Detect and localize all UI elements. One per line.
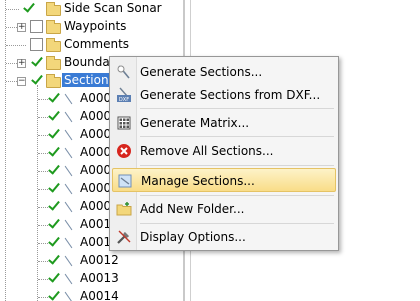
checkbox[interactable]	[47, 110, 60, 123]
checkbox[interactable]	[47, 92, 60, 105]
section-line-icon	[63, 273, 75, 285]
checkbox[interactable]	[47, 218, 60, 231]
context-menu: Generate Sections... DXF Generate Sectio…	[109, 56, 339, 251]
tree-item-waypoints[interactable]: + Waypoints	[0, 18, 183, 36]
section-line-icon	[63, 111, 75, 123]
checkbox[interactable]	[30, 20, 43, 33]
tree-item-section[interactable]: A0013	[0, 270, 183, 288]
folder-icon	[46, 56, 61, 70]
expand-icon[interactable]: +	[17, 59, 26, 68]
menu-item-add-new-folder[interactable]: Add New Folder...	[112, 197, 336, 221]
menu-item-label: Display Options...	[140, 230, 246, 244]
menu-separator	[140, 195, 334, 196]
section-line-icon	[63, 183, 75, 195]
menu-item-generate-matrix[interactable]: Generate Matrix...	[112, 111, 336, 135]
checkbox[interactable]	[47, 146, 60, 159]
tree-item-label: A0012	[80, 253, 119, 267]
checkbox[interactable]	[47, 236, 60, 249]
tree-item-label: A0014	[80, 289, 119, 301]
section-line-icon	[63, 237, 75, 249]
tree-item-label: Comments	[64, 37, 130, 51]
tree-item-label: Waypoints	[64, 19, 127, 33]
menu-item-display-options[interactable]: Display Options...	[112, 225, 336, 249]
checkbox[interactable]	[47, 200, 60, 213]
folder-icon	[46, 20, 61, 34]
collapse-icon[interactable]: −	[17, 77, 26, 86]
remove-icon	[117, 144, 131, 158]
menu-item-label: Generate Sections...	[140, 65, 263, 79]
checkbox[interactable]	[47, 164, 60, 177]
tree-item-section[interactable]: A0014	[0, 288, 183, 301]
tree-item-label: Side Scan Sonar	[64, 1, 162, 15]
section-line-icon	[63, 93, 75, 105]
tree-item-comments[interactable]: Comments	[0, 36, 183, 54]
section-line-icon	[63, 201, 75, 213]
manage-sections-icon	[118, 174, 132, 188]
menu-item-manage-sections[interactable]: Manage Sections...	[112, 168, 336, 192]
menu-item-remove-all-sections[interactable]: Remove All Sections...	[112, 139, 336, 163]
checkbox[interactable]	[47, 290, 60, 301]
section-line-icon	[63, 165, 75, 177]
menu-separator	[140, 108, 334, 109]
menu-separator	[140, 223, 334, 224]
menu-item-label: Add New Folder...	[140, 202, 245, 216]
folder-icon	[46, 74, 61, 88]
tree-item-side-scan-sonar[interactable]: Side Scan Sonar	[0, 0, 183, 18]
checkbox[interactable]	[47, 128, 60, 141]
menu-item-generate-sections-dxf[interactable]: DXF Generate Sections from DXF...	[112, 83, 336, 107]
menu-item-label: Generate Sections from DXF...	[140, 88, 321, 102]
section-line-icon	[63, 129, 75, 141]
menu-item-label: Remove All Sections...	[140, 144, 274, 158]
section-line-icon	[63, 219, 75, 231]
checkbox[interactable]	[47, 254, 60, 267]
generate-sections-icon	[117, 65, 130, 79]
checkbox[interactable]	[22, 2, 35, 15]
menu-separator	[140, 136, 334, 137]
checkbox[interactable]	[30, 38, 43, 51]
checkbox[interactable]	[30, 74, 43, 87]
section-line-icon	[63, 291, 75, 301]
folder-icon	[46, 38, 61, 52]
tree-item-section[interactable]: A0012	[0, 252, 183, 270]
svg-text:DXF: DXF	[119, 97, 129, 103]
add-folder-icon	[116, 202, 132, 216]
checkbox[interactable]	[30, 56, 43, 69]
dxf-icon: DXF	[117, 87, 131, 103]
checkbox[interactable]	[47, 182, 60, 195]
matrix-icon	[117, 116, 131, 130]
menu-item-label: Manage Sections...	[141, 174, 255, 188]
display-options-icon	[117, 230, 131, 244]
menu-item-label: Generate Matrix...	[140, 116, 250, 130]
section-line-icon	[63, 147, 75, 159]
menu-separator	[140, 165, 334, 166]
section-line-icon	[63, 255, 75, 267]
folder-icon	[46, 2, 61, 16]
expand-icon[interactable]: +	[17, 23, 26, 32]
menu-item-generate-sections[interactable]: Generate Sections...	[112, 60, 336, 84]
tree-item-label: A0013	[80, 271, 119, 285]
checkbox[interactable]	[47, 272, 60, 285]
